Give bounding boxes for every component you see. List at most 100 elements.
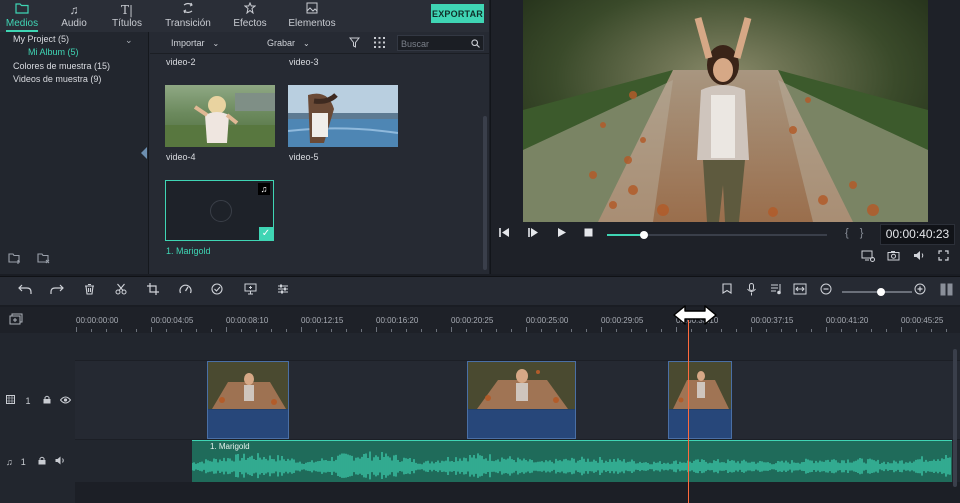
folder-my-album[interactable]: Mi Album (5) [28, 47, 79, 57]
tab-elements[interactable]: Elementos [286, 0, 338, 32]
tab-transitions[interactable]: Transición [163, 0, 213, 32]
folder-sample-videos[interactable]: Videos de muestra (9) [13, 74, 101, 84]
ruler-tick [481, 329, 482, 332]
folder-my-project[interactable]: My Project (5) [13, 34, 69, 44]
import-dropdown[interactable]: Importar ⌄ [171, 38, 219, 48]
fullscreen-icon[interactable] [938, 250, 949, 264]
trash-icon[interactable] [84, 283, 95, 298]
tab-label: Transición [165, 18, 211, 29]
collapse-panel-icon[interactable] [141, 147, 147, 159]
ruler-tick [661, 329, 662, 332]
audio-mixer-icon[interactable] [770, 283, 783, 298]
marker-icon[interactable] [722, 283, 732, 298]
undo-icon[interactable] [18, 283, 32, 298]
ruler-tick [526, 327, 527, 332]
display-settings-icon[interactable] [861, 250, 875, 265]
text-icon: T| [120, 3, 134, 17]
zoom-in-icon[interactable] [914, 283, 926, 298]
empty-track-lane[interactable] [75, 333, 960, 360]
media-thumbnail-video-5[interactable] [288, 85, 398, 147]
speed-icon[interactable] [179, 283, 192, 298]
media-thumbnail-audio[interactable]: ♫ ✓ [165, 180, 274, 241]
scissors-icon[interactable] [115, 283, 127, 298]
clip-label-video-2: video-2 [166, 57, 196, 67]
zoom-out-icon[interactable] [820, 283, 832, 298]
folder-sample-colors[interactable]: Colores de muestra (15) [13, 61, 110, 71]
record-dropdown[interactable]: Grabar ⌄ [267, 38, 310, 48]
export-button[interactable]: EXPORTAR [431, 4, 484, 23]
waveform-path [192, 451, 951, 480]
ruler-tick [391, 329, 392, 332]
clip-lower-band [669, 410, 731, 438]
add-track-icon[interactable] [9, 313, 23, 328]
zoom-knob[interactable] [876, 288, 885, 296]
panel-layout-icon[interactable] [940, 283, 953, 299]
resize-cursor-icon [672, 303, 718, 330]
media-scrollbar[interactable] [483, 116, 487, 270]
ruler-tick [826, 327, 827, 332]
check-icon: ✓ [259, 227, 273, 240]
fit-timeline-icon[interactable] [793, 283, 807, 298]
timeline-video-clip[interactable] [668, 361, 732, 439]
ruler-tick-label: 00:00:37:15 [751, 316, 794, 325]
timeline-zoom-slider[interactable] [842, 288, 912, 296]
elements-icon [286, 2, 338, 18]
ruler-tick [886, 329, 887, 332]
lock-icon[interactable] [43, 395, 54, 406]
audio-clip-label: 1. Marigold [210, 442, 250, 451]
grid-view-icon[interactable] [374, 37, 385, 51]
search-input[interactable] [401, 38, 471, 49]
ruler-tick [181, 329, 182, 332]
ruler-tick [151, 327, 152, 332]
ruler-tick [466, 329, 467, 332]
tab-titles[interactable]: T| Títulos [105, 0, 149, 32]
mark-in-out-icon[interactable]: { } [845, 227, 867, 239]
volume-icon[interactable] [913, 250, 925, 264]
adjust-sliders-icon[interactable] [277, 283, 289, 298]
chevron-down-icon: ⌄ [212, 39, 220, 48]
audio-disc-icon [210, 200, 232, 222]
eye-icon[interactable] [59, 396, 71, 406]
ruler-tick [496, 329, 497, 332]
stop-icon[interactable] [583, 227, 594, 241]
preview-progress-bar[interactable] [607, 231, 827, 239]
ruler-tick [781, 329, 782, 332]
record-screen-icon[interactable] [244, 283, 257, 298]
tab-label: Medios [5, 18, 39, 29]
timeline-audio-clip[interactable] [192, 440, 952, 482]
speaker-icon[interactable] [55, 456, 66, 467]
clip-label-audio: 1. Marigold [166, 246, 211, 256]
step-forward-icon[interactable] [528, 227, 539, 241]
folder-icon [0, 2, 44, 18]
ruler-tick [631, 329, 632, 332]
chevron-down-icon[interactable]: ⌄ [125, 35, 133, 46]
playhead-line[interactable] [688, 320, 689, 503]
crop-icon[interactable] [147, 283, 159, 298]
ruler-tick-label: 00:00:41:20 [826, 316, 869, 325]
redo-icon[interactable] [50, 283, 64, 298]
clip-lower-band [208, 410, 288, 438]
filter-icon[interactable] [348, 37, 361, 51]
microphone-icon[interactable] [746, 283, 757, 299]
ruler-tick [271, 329, 272, 332]
tab-effects[interactable]: Efectos [229, 0, 271, 32]
ruler-tick-label: 00:00:12:15 [301, 316, 344, 325]
ruler-tick [436, 329, 437, 332]
tab-media[interactable]: Medios [0, 0, 44, 32]
lock-icon[interactable] [38, 456, 49, 467]
search-icon[interactable] [471, 37, 480, 50]
snapshot-camera-icon[interactable] [887, 250, 900, 264]
color-correction-icon[interactable] [211, 283, 223, 298]
ruler-tick [361, 329, 362, 332]
new-folder-icon[interactable] [8, 252, 22, 267]
timeline-video-clip[interactable] [207, 361, 289, 439]
tab-audio[interactable]: ♫ Audio [52, 0, 96, 32]
timeline-video-clip[interactable] [467, 361, 576, 439]
delete-folder-icon[interactable] [37, 252, 51, 267]
timeline-scrollbar[interactable] [953, 349, 957, 487]
skip-back-icon[interactable] [499, 227, 510, 241]
ruler-tick [331, 329, 332, 332]
media-thumbnail-video-4[interactable] [165, 85, 275, 147]
play-icon[interactable] [556, 227, 567, 241]
record-label: Grabar [267, 38, 296, 48]
